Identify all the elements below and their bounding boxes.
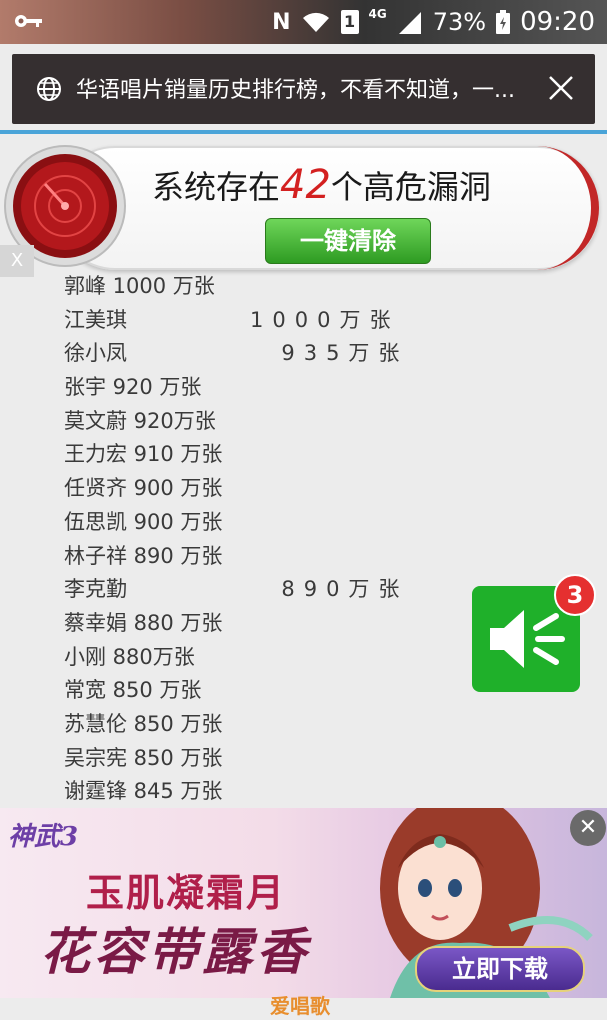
sim-indicator: 1 xyxy=(340,10,359,34)
list-item-name: 谢霆锋 845 万张 xyxy=(64,779,223,804)
game-ad-slogan-1: 玉肌凝霜月 xyxy=(86,870,287,915)
list-item-value: 935万张 xyxy=(250,341,409,366)
vulnerability-count: 42 xyxy=(280,162,331,208)
list-item: 王力宏 910 万张 xyxy=(64,438,484,472)
list-item: 郭峰 1000 万张 xyxy=(64,270,484,304)
notification-badge: 3 xyxy=(554,574,596,616)
list-item-name: 任贤齐 900 万张 xyxy=(64,476,223,501)
close-icon[interactable] xyxy=(547,74,575,102)
progress-line xyxy=(0,130,607,134)
signal-icon xyxy=(398,12,421,34)
ad-title: 系统存在42个高危漏洞 xyxy=(152,162,491,208)
game-ad-close-button[interactable]: ✕ xyxy=(570,810,606,846)
list-item: 江美琪 1000万张 xyxy=(64,304,484,338)
list-item-name: 蔡幸娟 880 万张 xyxy=(64,610,223,635)
notification-banner[interactable]: 华语唱片销量历史排行榜，不看不知道，一... xyxy=(12,54,595,124)
list-item: 张宇 920 万张 xyxy=(64,371,484,405)
list-item-name: 李克勤 xyxy=(64,577,127,602)
site-watermark: 爱唱歌 xyxy=(270,994,330,1018)
ad-title-suffix: 个高危漏洞 xyxy=(330,168,491,206)
ad-title-prefix: 系统存在 xyxy=(152,168,281,206)
list-item: 常宽 850 万张 xyxy=(64,674,484,708)
list-item-name: 郭峰 1000 万张 xyxy=(64,274,215,298)
list-item: 苏慧伦 850 万张 xyxy=(64,708,484,742)
list-item-name: 江美琪 xyxy=(64,307,127,332)
list-item-name: 徐小凤 xyxy=(64,341,127,366)
list-item-name: 莫文蔚 920万张 xyxy=(64,408,216,433)
globe-icon xyxy=(37,77,61,101)
list-item-name: 吴宗宪 850 万张 xyxy=(64,745,223,770)
notification-text: 华语唱片销量历史排行榜，不看不知道，一... xyxy=(76,78,515,103)
list-item: 林子祥 890 万张 xyxy=(64,540,484,574)
battery-icon xyxy=(496,10,511,34)
list-item: 蔡幸娟 880 万张 xyxy=(64,607,484,641)
list-item: 李克勤 890万张 xyxy=(64,573,484,607)
list-item-name: 常宽 850 万张 xyxy=(64,678,202,703)
list-item: 莫文蔚 920万张 xyxy=(64,405,484,439)
list-item-name: 伍思凯 900 万张 xyxy=(64,509,223,534)
list-item-value: 1000万张 xyxy=(250,307,400,332)
ad-close-button[interactable]: X xyxy=(0,245,34,277)
list-item: 谢霆锋 845 万张 xyxy=(64,775,484,809)
game-ad-slogan-2: 花容带露香 xyxy=(40,922,310,981)
list-item-value: 890万张 xyxy=(250,577,409,602)
list-item: 吴宗宪 850 万张 xyxy=(64,742,484,776)
list-item: 徐小凤 935万张 xyxy=(64,337,484,371)
list-item: 小刚 880万张 xyxy=(64,641,484,675)
sales-ranking-list: 郭峰 1000 万张 江美琪 1000万张 徐小凤 935万张 张宇 920 万张… xyxy=(64,270,484,809)
list-item: 伍思凯 900 万张 xyxy=(64,506,484,540)
clock: 09:20 xyxy=(520,7,595,37)
list-item: 任贤齐 900 万张 xyxy=(64,472,484,506)
list-item-name: 苏慧伦 850 万张 xyxy=(64,711,223,736)
list-item-name: 林子祥 890 万张 xyxy=(64,543,223,568)
wifi-icon xyxy=(302,12,329,32)
list-item-name: 张宇 920 万张 xyxy=(64,375,202,400)
download-now-button[interactable]: 立即下载 xyxy=(415,946,585,992)
status-bar: N 1 4G 73% 09:20 xyxy=(0,0,607,44)
battery-percent: 73% xyxy=(432,8,487,36)
list-item-name: 小刚 880万张 xyxy=(64,644,195,669)
game-logo: 神武3 xyxy=(8,822,79,852)
game-ad-banner[interactable]: 神武3 玉肌凝霜月 花容带露香 立即下载 xyxy=(0,808,607,998)
one-click-clean-button[interactable]: 一键清除 xyxy=(265,218,431,264)
key-icon xyxy=(15,15,42,27)
list-item-name: 王力宏 910 万张 xyxy=(64,442,223,467)
network-type: 4G xyxy=(368,7,387,21)
nfc-indicator: N xyxy=(272,9,291,35)
